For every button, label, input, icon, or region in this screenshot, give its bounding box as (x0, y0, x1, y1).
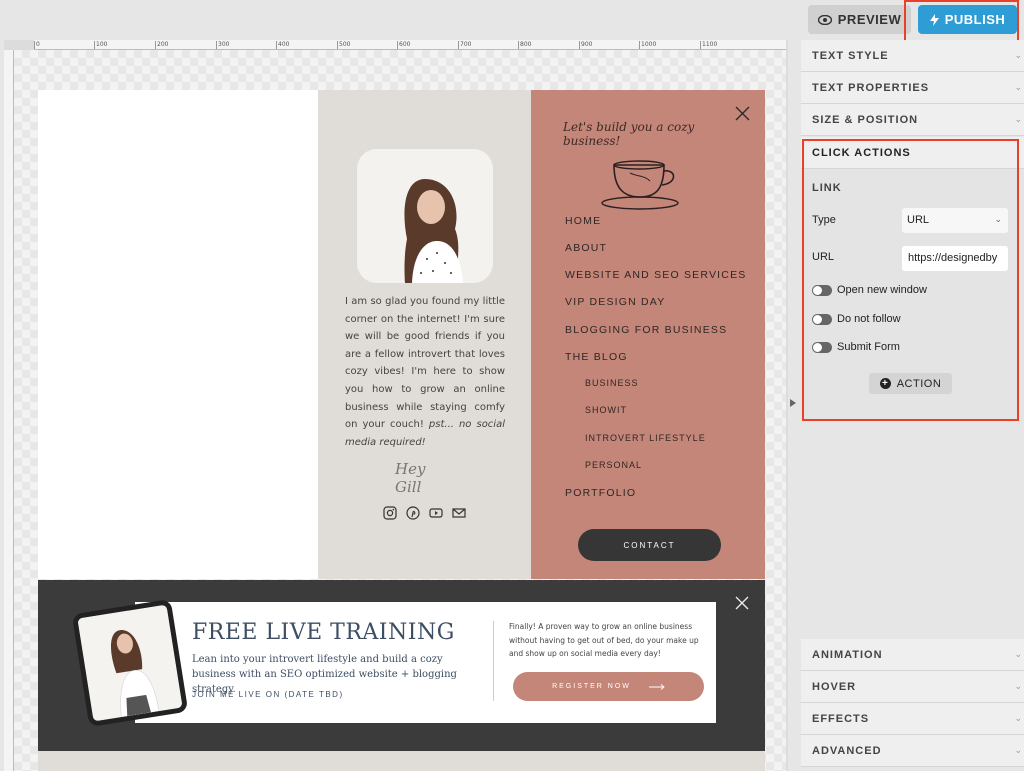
nav-sub-introvert[interactable]: INTROVERT LIFESTYLE (585, 433, 706, 443)
chevron-down-icon: ⌄ (1014, 713, 1022, 723)
nav-website-seo[interactable]: WEBSITE AND SEO SERVICES (565, 269, 746, 281)
register-label: REGISTER NOW (552, 683, 631, 690)
pinterest-icon[interactable] (406, 506, 420, 520)
contact-label: CONTACT (623, 540, 676, 550)
ruler-tick: 400 (276, 41, 290, 49)
chevron-down-icon: ⌄ (1014, 649, 1022, 659)
lightning-icon (929, 13, 939, 26)
section-advanced[interactable]: ADVANCED ⌄ (801, 735, 1024, 767)
divider (493, 621, 494, 701)
training-date: JOIN ME LIVE ON (DATE TBD) (192, 690, 344, 699)
youtube-icon[interactable] (429, 506, 443, 520)
ruler-tick: 800 (518, 41, 532, 49)
preview-label: PREVIEW (837, 12, 902, 27)
nav-portfolio[interactable]: PORTFOLIO (565, 487, 636, 499)
nav-blogging[interactable]: BLOGGING FOR BUSINESS (565, 324, 727, 336)
training-description: Finally! A proven way to grow an online … (509, 622, 699, 658)
type-value: URL (907, 214, 930, 226)
nav-the-blog[interactable]: THE BLOG (565, 351, 628, 363)
section-text-properties[interactable]: TEXT PROPERTIES ⌄ (801, 72, 1024, 104)
ruler-tick: 200 (155, 41, 169, 49)
ruler-tick: 1100 (700, 41, 718, 49)
nav-vip-design[interactable]: VIP DESIGN DAY (565, 296, 665, 308)
open-new-window-toggle[interactable] (812, 285, 832, 296)
profile-photo[interactable] (357, 149, 493, 283)
social-icons (383, 506, 466, 520)
publish-label: PUBLISH (944, 12, 1006, 27)
ruler-tick: 500 (337, 41, 351, 49)
close-icon[interactable] (735, 596, 749, 610)
chevron-down-icon: ⌄ (994, 214, 1002, 224)
open-new-window-label: Open new window (837, 284, 927, 296)
nav-home[interactable]: HOME (565, 215, 601, 227)
section-animation[interactable]: ANIMATION ⌄ (801, 639, 1024, 671)
section-size-position[interactable]: SIZE & POSITION ⌄ (801, 104, 1024, 136)
type-select[interactable]: URL ⌄ (902, 208, 1008, 233)
canvas-white-column[interactable] (38, 90, 318, 579)
bio-paragraph: I am so glad you found my little corner … (345, 296, 505, 431)
next-section-preview (38, 751, 765, 771)
url-label: URL (812, 251, 835, 263)
section-effects[interactable]: EFFECTS ⌄ (801, 703, 1024, 735)
contact-button[interactable]: CONTACT (578, 529, 721, 561)
section-label: ANIMATION (812, 649, 883, 661)
signature: Hey Gill (395, 460, 426, 496)
ruler-tick: 900 (579, 41, 593, 49)
do-not-follow-label: Do not follow (837, 313, 901, 325)
section-label: EFFECTS (812, 713, 870, 725)
section-label: CLICK ACTIONS (812, 147, 911, 159)
chevron-down-icon: ⌄ (1014, 82, 1022, 92)
section-label: HOVER (812, 681, 857, 693)
ruler-tick: 1000 (639, 41, 657, 49)
publish-button[interactable]: PUBLISH (918, 5, 1017, 34)
section-label: TEXT STYLE (812, 50, 889, 62)
section-label: ADVANCED (812, 745, 882, 757)
chevron-down-icon: ⌄ (1014, 681, 1022, 691)
ruler-tick: 100 (94, 41, 108, 49)
submit-form-toggle[interactable] (812, 342, 832, 353)
chevron-down-icon: ⌄ (1014, 50, 1022, 60)
type-label: Type (812, 214, 836, 226)
close-icon[interactable] (735, 106, 750, 121)
section-click-actions[interactable]: CLICK ACTIONS (801, 137, 1024, 169)
nav-about[interactable]: ABOUT (565, 242, 607, 254)
add-action-button[interactable]: + ACTION (869, 373, 952, 394)
panel-collapse-arrow-icon[interactable] (790, 399, 796, 407)
top-toolbar: PREVIEW PUBLISH (0, 0, 1024, 40)
arrow-right-icon (648, 683, 665, 690)
nav-sub-personal[interactable]: PERSONAL (585, 460, 642, 470)
section-hover[interactable]: HOVER ⌄ (801, 671, 1024, 703)
ruler-tick: 600 (397, 41, 411, 49)
link-heading: LINK (812, 182, 842, 194)
section-text-style[interactable]: TEXT STYLE ⌄ (801, 40, 1024, 72)
tablet-mockup (71, 598, 189, 728)
nav-sub-showit[interactable]: SHOWIT (585, 405, 627, 415)
preview-button[interactable]: PREVIEW (808, 5, 911, 34)
ruler-top: 0 100 200 300 400 500 600 700 800 900 10… (34, 40, 786, 50)
submit-form-label: Submit Form (837, 341, 900, 353)
url-input[interactable]: https://designedby (902, 246, 1008, 271)
action-label: ACTION (896, 377, 942, 390)
email-icon[interactable] (452, 506, 466, 520)
ruler-tick: 700 (458, 41, 472, 49)
section-label: SIZE & POSITION (812, 114, 919, 126)
eye-icon (817, 14, 832, 25)
bio-text: I am so glad you found my little corner … (345, 293, 505, 451)
plus-icon: + (879, 378, 891, 389)
chevron-down-icon: ⌄ (1014, 745, 1022, 755)
ruler-left (4, 50, 14, 771)
do-not-follow-toggle[interactable] (812, 314, 832, 325)
training-title: FREE LIVE TRAINING (192, 620, 455, 645)
menu-tagline: Let's build you a cozy business! (563, 120, 695, 148)
nav-sub-business[interactable]: BUSINESS (585, 378, 639, 388)
ruler-tick: 0 (34, 41, 40, 49)
instagram-icon[interactable] (383, 506, 397, 520)
chevron-down-icon: ⌄ (1014, 114, 1022, 124)
coffee-cup-icon (601, 160, 679, 210)
register-button[interactable]: REGISTER NOW (513, 672, 704, 701)
ruler-tick: 300 (216, 41, 230, 49)
section-label: TEXT PROPERTIES (812, 82, 930, 94)
